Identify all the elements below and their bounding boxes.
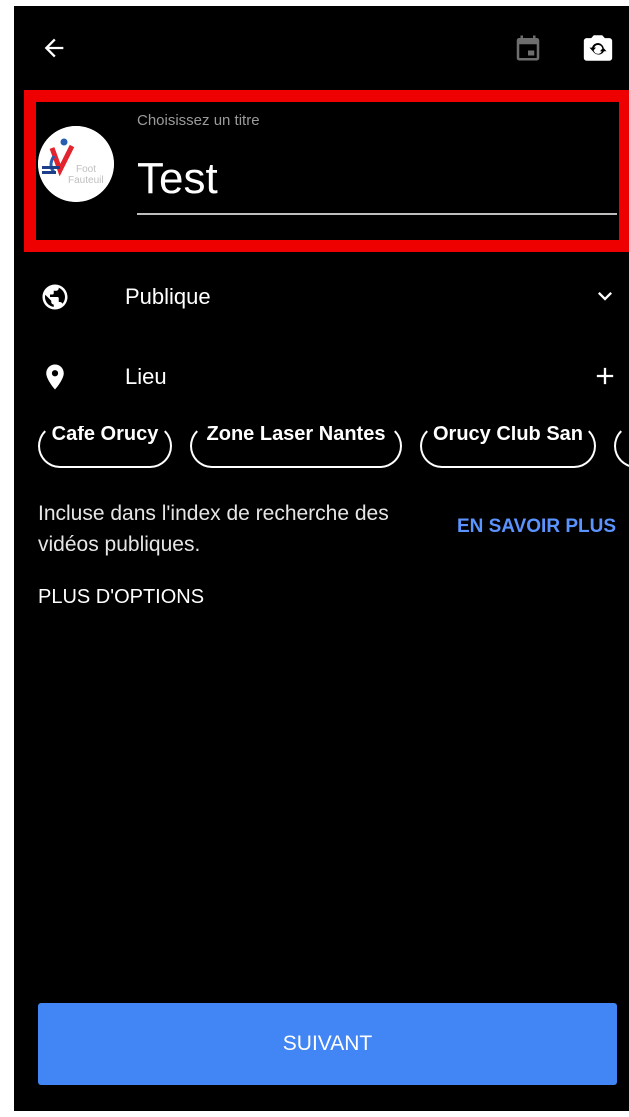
add-location-button[interactable] bbox=[589, 360, 621, 392]
calendar-icon bbox=[516, 35, 540, 61]
location-chip[interactable]: Cafe Orucy bbox=[38, 424, 172, 468]
location-chip[interactable]: Zone Laser Nantes bbox=[190, 424, 402, 468]
globe-icon bbox=[42, 284, 68, 310]
arrow-left-icon bbox=[44, 38, 64, 58]
visibility-dropdown[interactable] bbox=[589, 280, 621, 312]
avatar[interactable]: Foot Fauteuil bbox=[38, 126, 114, 202]
back-button[interactable] bbox=[34, 28, 74, 68]
camera-flip-icon bbox=[583, 35, 613, 61]
switch-camera-button[interactable] bbox=[578, 28, 618, 68]
chevron-down-icon bbox=[598, 292, 612, 301]
title-input[interactable] bbox=[134, 146, 617, 212]
location-chip-partial[interactable] bbox=[614, 424, 629, 468]
calendar-button[interactable] bbox=[508, 28, 548, 68]
plus-icon bbox=[596, 367, 614, 385]
next-button[interactable]: SUIVANT bbox=[38, 1003, 617, 1085]
location-row[interactable]: Lieu bbox=[14, 348, 629, 404]
learn-more-link[interactable]: EN SAVOIR PLUS bbox=[457, 516, 616, 538]
visibility-row[interactable]: Publique bbox=[14, 268, 629, 324]
title-underline bbox=[137, 213, 617, 215]
more-options-button[interactable]: PLUS D'OPTIONS bbox=[38, 586, 204, 609]
svg-text:Foot: Foot bbox=[76, 164, 96, 175]
index-notice: Incluse dans l'index de recherche des vi… bbox=[38, 502, 389, 556]
title-label: Choisissez un titre bbox=[137, 112, 260, 129]
svg-text:Fauteuil: Fauteuil bbox=[68, 175, 104, 186]
location-chip[interactable]: Orucy Club San bbox=[420, 424, 596, 468]
foot-fauteuil-logo: Foot Fauteuil bbox=[38, 126, 114, 202]
visibility-label: Publique bbox=[125, 284, 211, 309]
location-pin-icon bbox=[46, 364, 64, 390]
screen: Foot Fauteuil Choisissez un titre Publiq… bbox=[14, 6, 629, 1111]
location-label: Lieu bbox=[125, 364, 167, 389]
location-suggestions: Cafe Orucy Zone Laser Nantes Orucy Club … bbox=[38, 424, 629, 474]
